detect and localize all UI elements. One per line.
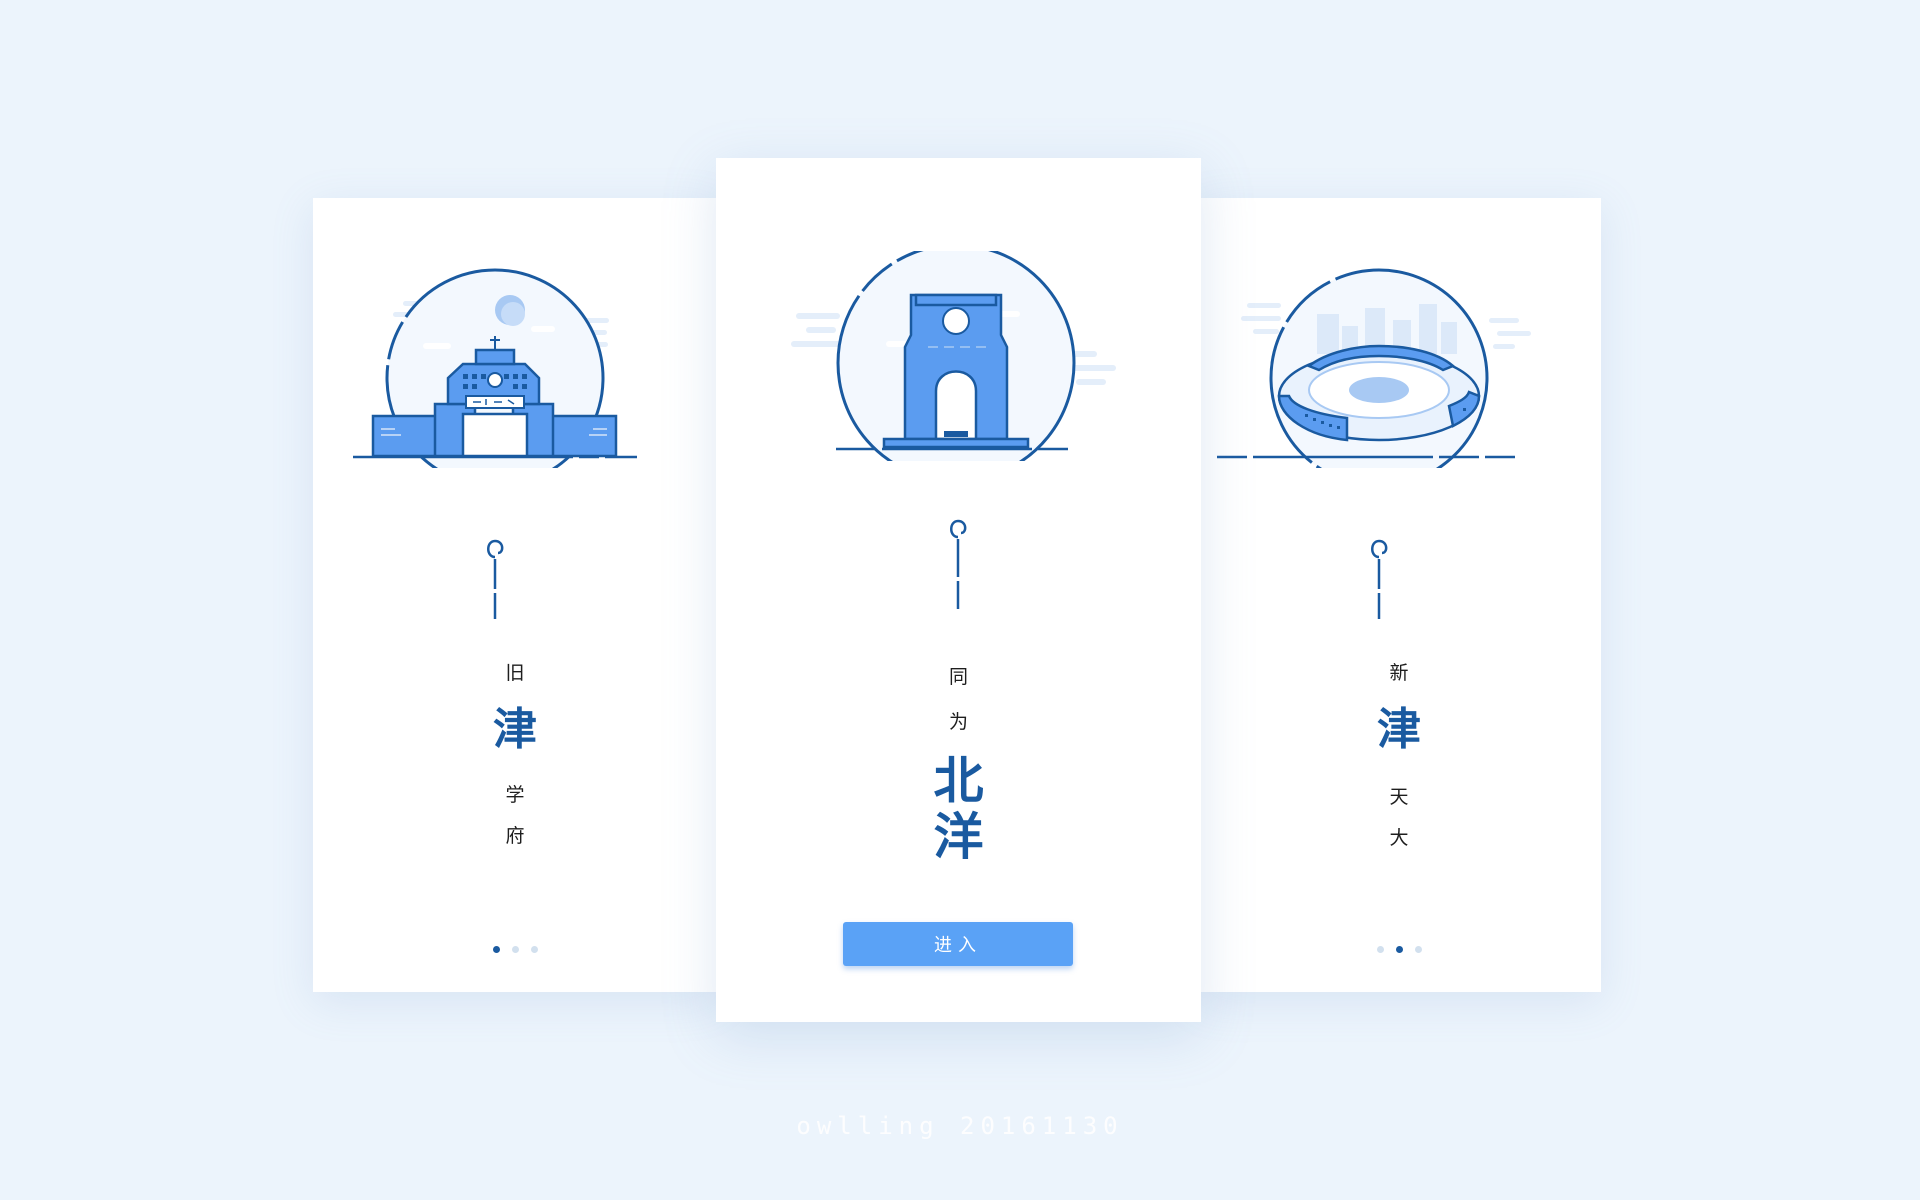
pager-dot-1[interactable] [492,946,500,953]
text-xue: 学 [505,784,525,806]
text-jin: 津 [493,704,537,755]
pager-dot-2[interactable] [511,946,519,953]
text-bei: 北 [933,751,984,810]
pager-dot-3[interactable] [1414,946,1422,953]
card-new-campus[interactable]: 新 津 天 大 [1197,198,1601,992]
ornament-hook-icon [950,519,967,609]
ornament-hook-icon [1371,539,1388,619]
ring-building-icon [1217,268,1541,468]
footer-signature: owlling 20161130 [796,1112,1124,1140]
text-wei: 为 [948,711,968,733]
pager-dot-3[interactable] [530,946,538,953]
text-yang: 洋 [933,807,984,866]
pager-dot-1[interactable] [1376,946,1384,953]
text-tong: 同 [948,666,968,688]
card-beiyang[interactable]: 同 为 北 洋 进入 [716,158,1201,1022]
text-da: 大 [1389,827,1409,849]
text-fu: 府 [505,825,525,847]
card-old-campus[interactable]: 旧 津 学 府 [313,198,717,992]
text-old: 旧 [505,662,525,684]
old-gate-building-icon [353,268,637,468]
pager-dots [313,939,717,958]
text-jin: 津 [1377,704,1421,755]
pager-dots [1197,939,1601,958]
memorial-arch-icon [791,251,1116,461]
pager-dot-2[interactable] [1395,946,1403,953]
ornament-hook-icon [487,539,504,619]
text-tian: 天 [1389,786,1409,808]
enter-button[interactable]: 进入 [843,922,1073,966]
text-new: 新 [1389,662,1409,684]
